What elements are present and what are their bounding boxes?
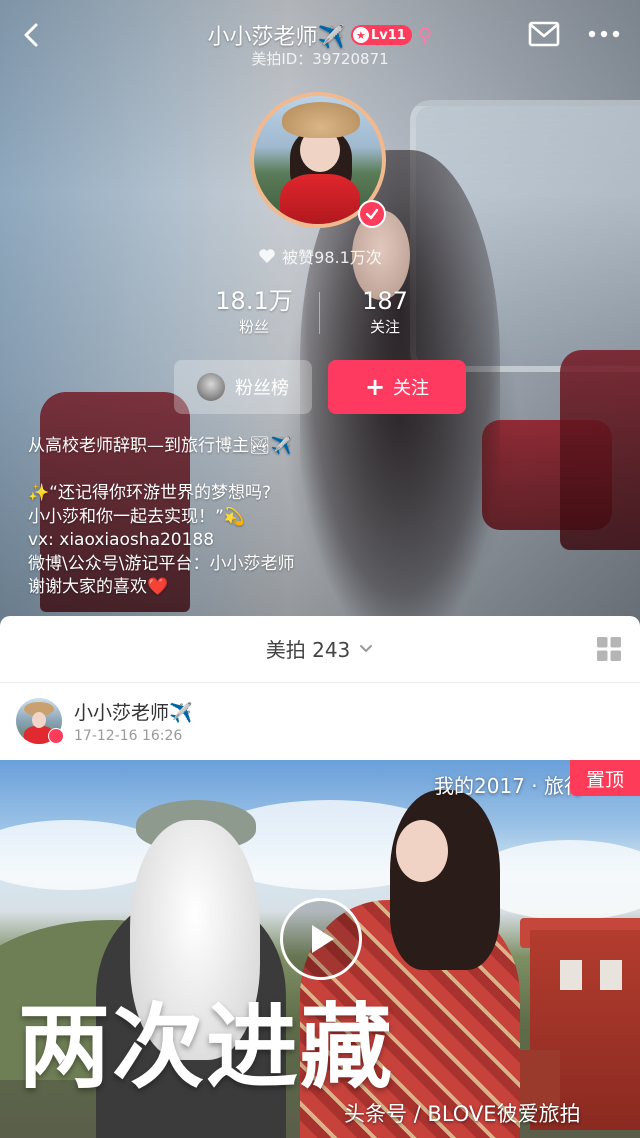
grid-icon <box>597 637 621 661</box>
meipai-id: 美拍ID：39720871 <box>251 50 389 68</box>
message-button[interactable] <box>528 20 560 48</box>
female-gender-icon: ♀ <box>417 23 433 47</box>
fans-rank-button[interactable]: 粉丝榜 <box>174 360 312 414</box>
mail-icon <box>528 21 560 47</box>
tab-videos[interactable]: 美拍 243 <box>0 634 640 663</box>
likes-count-row: 被赞98.1万次 <box>0 244 640 268</box>
pinned-badge: 置顶 <box>570 760 640 796</box>
bio-line: 小小莎和你一起去实现！”💫 <box>28 506 245 527</box>
bio-line-blank <box>28 459 498 483</box>
likes-text: 被赞98.1万次 <box>282 248 382 267</box>
building-window <box>600 960 622 990</box>
content-tab-header: 美拍 243 <box>0 616 640 683</box>
bio-line: vx: xiaoxiaosha20188 <box>28 530 215 550</box>
bio-line: 从高校老师辞职—到旅行博主🏞✈️ <box>28 436 292 456</box>
bio-line: ✨“还记得你环游世界的梦想吗? <box>28 483 271 503</box>
tab-videos-label: 美拍 243 <box>265 638 351 662</box>
stat-divider <box>319 292 320 334</box>
heart-icon <box>259 249 275 263</box>
following-label: 关注 <box>369 318 400 336</box>
post-timestamp: 17-12-16 16:26 <box>74 728 183 744</box>
bio-line: 微博\公众号\游记平台：小小莎老师 <box>28 553 295 574</box>
follow-label: 关注 <box>393 378 430 399</box>
play-button[interactable] <box>280 898 362 980</box>
watermark: 头条号 / BLOVE彼爱旅拍 <box>344 1102 581 1126</box>
bio-line: 谢谢大家的喜欢❤️ <box>28 577 169 597</box>
video-cover[interactable]: 我的2017 · 旅行 置顶 两次进藏 <box>0 760 640 1138</box>
avatar-body <box>280 174 360 224</box>
level-badge: ★ Lv11 <box>350 25 412 45</box>
cover-title: 两次进藏 <box>18 994 395 1101</box>
post-author-row: 小小莎老师✈️ 17-12-16 16:26 <box>0 684 640 760</box>
fans-rank-label: 粉丝榜 <box>235 378 289 399</box>
grid-view-toggle[interactable] <box>596 636 622 662</box>
fans-count: 18.1万 <box>215 287 293 315</box>
avatar-hat <box>282 102 360 138</box>
follow-button[interactable]: + 关注 <box>328 360 466 414</box>
level-star-icon: ★ <box>352 27 369 43</box>
woman-hair <box>390 790 500 970</box>
chevron-down-icon <box>360 644 373 652</box>
more-options-button[interactable] <box>584 20 624 48</box>
level-text: Lv11 <box>370 27 406 43</box>
play-icon <box>312 925 334 953</box>
fans-stat[interactable]: 18.1万 粉丝 <box>194 286 314 338</box>
page-title: 小小莎老师✈️ <box>207 25 345 50</box>
post-author-name[interactable]: 小小莎老师✈️ <box>74 698 193 725</box>
post-verified-badge <box>48 728 64 744</box>
fans-label: 粉丝 <box>238 318 269 336</box>
avatar-face <box>32 712 46 728</box>
following-stat[interactable]: 187 关注 <box>325 286 445 338</box>
verified-badge <box>358 200 386 228</box>
woman-face <box>396 820 448 882</box>
plus-icon: + <box>364 373 386 401</box>
profile-bio: 从高校老师辞职—到旅行博主🏞✈️ ✨“还记得你环游世界的梦想吗? 小小莎和你一起… <box>28 435 498 600</box>
following-count: 187 <box>362 287 408 315</box>
verified-icon <box>365 208 379 220</box>
building-window <box>560 960 582 990</box>
more-icon <box>588 30 620 38</box>
cover-sticker-text: 我的2017 · 旅行 <box>434 774 584 798</box>
fans-rank-avatar <box>197 373 225 401</box>
